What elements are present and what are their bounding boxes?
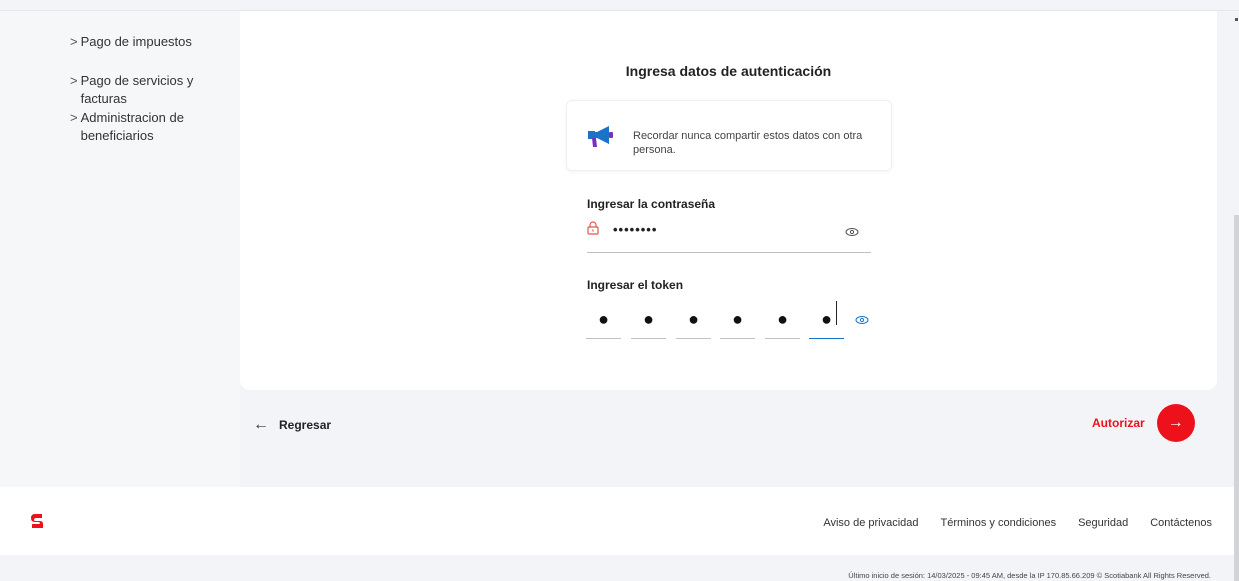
arrow-left-icon: ←: [253, 416, 269, 433]
token-digit-6[interactable]: ●: [809, 301, 844, 339]
text-caret: [836, 301, 837, 325]
token-digit-5[interactable]: ●: [765, 301, 800, 339]
auth-title: Ingresa datos de autenticación: [625, 63, 832, 79]
sidebar-item-label: Pago de impuestos: [80, 34, 192, 49]
last-login-text: Último inicio de sesión: 14/03/2025 - 09…: [848, 571, 1211, 580]
password-field[interactable]: ••••••••: [587, 217, 871, 253]
password-label: Ingresar la contraseña: [587, 197, 716, 211]
sidebar-item-pago-servicios[interactable]: > Pago de servicios y facturas: [70, 72, 240, 108]
auth-card: Ingresa datos de autenticación Recordar …: [240, 11, 1217, 390]
security-notice: Recordar nunca compartir estos datos con…: [566, 100, 892, 171]
chevron-right-icon: >: [70, 110, 78, 125]
footer-link-terminos[interactable]: Términos y condiciones: [941, 517, 1057, 529]
sidebar: > Pago de impuestos > Pago de servicios …: [0, 11, 240, 487]
authorize-button[interactable]: Autorizar →: [1092, 404, 1195, 442]
password-value: ••••••••: [613, 222, 658, 237]
scotiabank-logo-icon[interactable]: [29, 513, 45, 529]
scroll-up-arrow-icon[interactable]: [1235, 18, 1238, 21]
footer-links: Aviso de privacidad Términos y condicion…: [801, 517, 1212, 529]
sidebar-item-pago-impuestos[interactable]: > Pago de impuestos: [70, 33, 192, 51]
arrow-right-icon: →: [1156, 404, 1195, 442]
back-label: Regresar: [279, 418, 332, 432]
eye-icon[interactable]: [845, 227, 859, 237]
back-button[interactable]: ← Regresar: [253, 416, 331, 434]
footer-link-contactenos[interactable]: Contáctenos: [1150, 517, 1212, 529]
token-digit-2[interactable]: ●: [631, 301, 666, 339]
token-label: Ingresar el token: [587, 278, 684, 292]
token-digit-4[interactable]: ●: [720, 301, 755, 339]
megaphone-icon: [588, 126, 613, 147]
authorize-label: Autorizar: [1092, 416, 1145, 430]
eye-icon[interactable]: [855, 315, 869, 325]
sidebar-item-administracion-beneficiarios[interactable]: > Administracion de beneficiarios: [70, 109, 210, 145]
lock-icon: [587, 221, 599, 235]
chevron-right-icon: >: [70, 73, 78, 88]
footer: Aviso de privacidad Términos y condicion…: [0, 487, 1239, 555]
sidebar-item-label: Administracion de beneficiarios: [80, 110, 184, 143]
token-digit-3[interactable]: ●: [676, 301, 711, 339]
bottom-bar: Último inicio de sesión: 14/03/2025 - 09…: [0, 555, 1239, 581]
scrollbar[interactable]: [1234, 215, 1239, 581]
footer-link-seguridad[interactable]: Seguridad: [1078, 517, 1128, 529]
footer-link-privacidad[interactable]: Aviso de privacidad: [823, 517, 918, 529]
sidebar-item-label: Pago de servicios y facturas: [80, 73, 194, 106]
token-digit-1[interactable]: ●: [586, 301, 621, 339]
chevron-right-icon: >: [70, 34, 78, 49]
notice-text: Recordar nunca compartir estos datos con…: [633, 130, 863, 156]
